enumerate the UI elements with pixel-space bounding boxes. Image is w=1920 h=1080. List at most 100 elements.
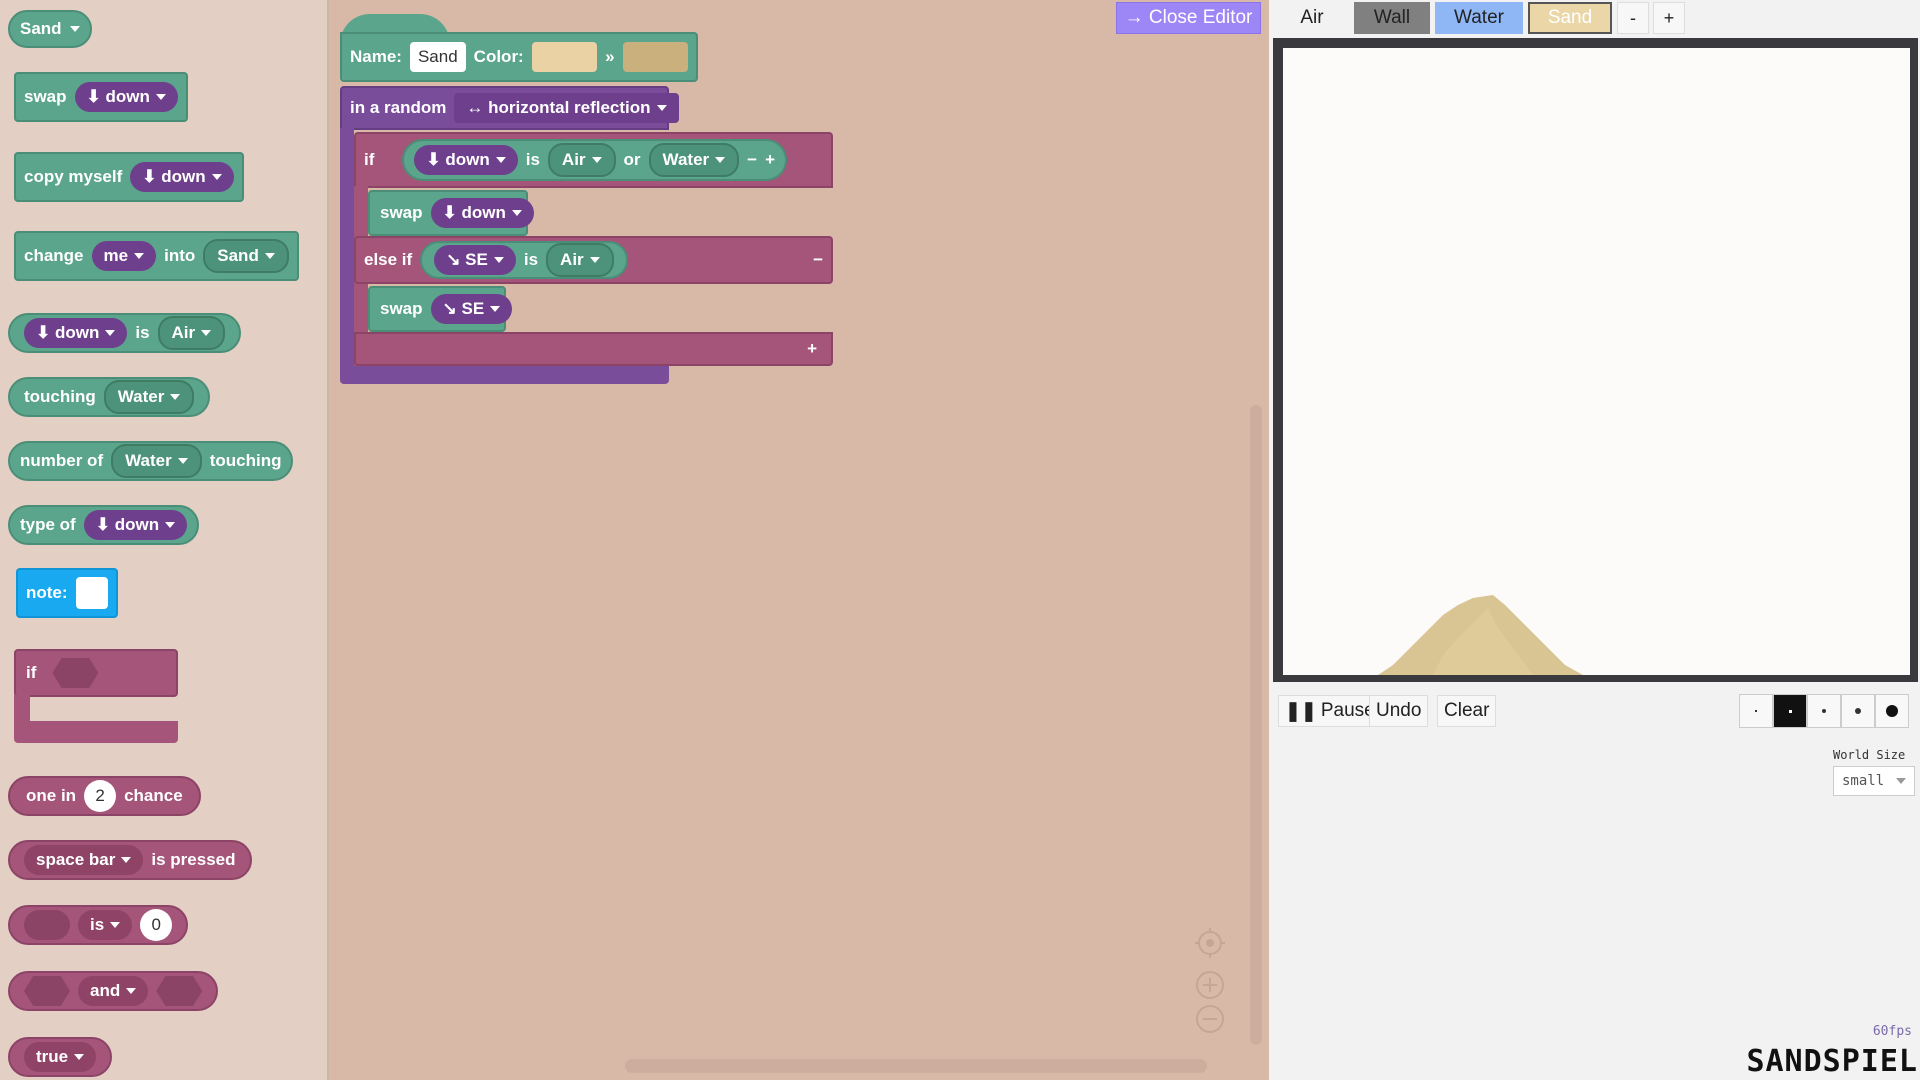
direction-dropdown[interactable]: ⬇ down — [74, 82, 178, 112]
direction-dropdown[interactable]: ⬇ down — [83, 510, 188, 540]
direction-value: ↘ SE — [446, 250, 488, 269]
element-definition-block[interactable]: Name: Sand Color: » — [340, 32, 698, 82]
or-condition[interactable]: ⬇ down is Air or Water − + — [402, 139, 788, 181]
note-label: note: — [26, 583, 68, 602]
target-b-dropdown[interactable]: Water — [648, 143, 740, 177]
color-swatch-primary[interactable] — [531, 42, 598, 72]
if-block[interactable]: if — [14, 649, 178, 743]
target-dropdown[interactable]: Air — [546, 243, 614, 277]
code-workspace[interactable]: Name: Sand Color: » in a random ↔ horizo… — [329, 0, 1269, 1080]
remove-option-button[interactable]: − — [747, 150, 757, 170]
brush-size-4[interactable] — [1841, 694, 1875, 728]
direction-dropdown[interactable]: ⬇ down — [130, 162, 234, 192]
brush-size-3[interactable] — [1807, 694, 1841, 728]
boolean-dropdown[interactable]: true — [24, 1042, 97, 1072]
world-size-label: World Size — [1833, 748, 1906, 762]
condition-slot-left[interactable] — [24, 976, 70, 1006]
chance-block[interactable]: one in 2 chance — [8, 776, 201, 816]
chevron-down-icon — [211, 174, 222, 180]
horizontal-scrollbar[interactable] — [625, 1059, 1207, 1073]
clear-button[interactable]: Clear — [1437, 695, 1497, 727]
add-else-button[interactable]: + — [807, 339, 817, 359]
logic-dropdown[interactable]: and — [78, 976, 149, 1006]
pause-button[interactable]: ❚❚ Pause — [1278, 695, 1382, 727]
direction-dropdown[interactable]: ↘ SE — [430, 294, 513, 324]
direction-dropdown[interactable]: ↘ SE — [434, 245, 516, 275]
recenter-icon[interactable] — [1195, 928, 1225, 958]
condition-slot[interactable] — [52, 658, 99, 688]
operator-value: is — [90, 915, 105, 934]
random-symmetry-block[interactable]: in a random ↔ horizontal reflection — [340, 86, 679, 130]
type-of-label: type of — [20, 515, 76, 534]
element-button-air[interactable]: Air — [1275, 2, 1349, 34]
shrink-element-button[interactable]: - — [1617, 2, 1649, 34]
element-button-wall[interactable]: Wall — [1354, 2, 1430, 34]
condition-slot-right[interactable] — [156, 976, 203, 1006]
direction-value: ⬇ down — [86, 87, 150, 106]
key-pressed-block[interactable]: space bar is pressed — [8, 840, 252, 880]
target-dropdown[interactable]: Water — [103, 380, 195, 414]
remove-else-button[interactable]: − — [813, 250, 823, 270]
element-button-water[interactable]: Water — [1435, 2, 1523, 34]
brush-size-5[interactable] — [1875, 694, 1909, 728]
random-label: in a random — [350, 98, 447, 117]
close-editor-button[interactable]: → Close Editor — [1116, 2, 1261, 34]
grow-element-button[interactable]: + — [1653, 2, 1685, 34]
key-dropdown[interactable]: space bar — [24, 845, 144, 875]
is-condition[interactable]: ↘ SE is Air — [420, 241, 628, 279]
copy-myself-block[interactable]: copy myself ⬇ down — [14, 152, 244, 202]
if-header: if — [14, 649, 178, 697]
touching-block[interactable]: touching Water — [8, 377, 211, 417]
zoom-in-icon[interactable] — [1195, 970, 1225, 1000]
compare-value-input[interactable]: 0 — [140, 909, 173, 941]
who-dropdown[interactable]: me — [91, 241, 157, 271]
compare-block[interactable]: is 0 — [8, 905, 189, 945]
element-button-sand[interactable]: Sand — [1528, 2, 1612, 34]
type-of-block[interactable]: type of ⬇ down — [8, 505, 200, 545]
target-dropdown[interactable]: Water — [111, 444, 202, 478]
change-into-block[interactable]: change me into Sand — [14, 231, 299, 281]
brush-size-1[interactable] — [1739, 694, 1773, 728]
brush-size-2[interactable] — [1773, 694, 1807, 728]
target-dropdown[interactable]: Air — [157, 316, 226, 350]
target-a-value: Air — [561, 150, 586, 169]
note-input[interactable] — [75, 577, 108, 609]
else-if-block[interactable]: else if ↘ SE is Air − — [354, 236, 833, 284]
note-block[interactable]: note: — [16, 568, 118, 618]
number-of-block[interactable]: number of Water touching — [8, 441, 294, 481]
vertical-scrollbar[interactable] — [1250, 405, 1262, 1045]
world-size-select[interactable]: small — [1833, 766, 1915, 796]
direction-dropdown[interactable]: ⬇ down — [24, 318, 128, 348]
element-name-input[interactable]: Sand — [409, 42, 466, 72]
direction-dropdown[interactable]: ⬇ down — [430, 198, 534, 228]
is-label: is — [523, 250, 539, 269]
symmetry-dropdown[interactable]: ↔ horizontal reflection — [454, 93, 679, 123]
swap-block[interactable]: swap ↘ SE — [368, 286, 513, 332]
chevron-down-icon — [511, 210, 522, 216]
sand-canvas[interactable] — [1283, 48, 1910, 675]
element-label: Air — [1300, 7, 1324, 28]
change-label: change — [24, 246, 84, 265]
who-value: me — [103, 246, 129, 265]
target-a-dropdown[interactable]: Air — [547, 143, 616, 177]
value-slot[interactable] — [24, 910, 70, 940]
chevron-down-icon — [591, 157, 602, 163]
undo-button[interactable]: Undo — [1369, 695, 1429, 727]
swap-block[interactable]: swap ⬇ down — [368, 190, 534, 236]
is-condition-block[interactable]: ⬇ down is Air — [8, 313, 242, 353]
zoom-out-icon[interactable] — [1195, 1004, 1225, 1034]
direction-dropdown[interactable]: ⬇ down — [414, 145, 518, 175]
element-picker-block[interactable]: Sand — [8, 10, 92, 48]
chance-value-input[interactable]: 2 — [84, 780, 117, 812]
logic-value: and — [90, 981, 121, 1000]
and-block[interactable]: and — [8, 971, 219, 1011]
target-dropdown[interactable]: Sand — [203, 239, 289, 273]
add-option-button[interactable]: + — [765, 150, 775, 170]
true-block[interactable]: true — [8, 1037, 113, 1077]
operator-dropdown[interactable]: is — [78, 910, 133, 940]
color-swatch-secondary[interactable] — [622, 42, 688, 72]
if-block[interactable]: if ⬇ down is Air or Water − + — [354, 132, 833, 188]
swap-block[interactable]: swap ⬇ down — [14, 72, 188, 122]
direction-value: ⬇ down — [426, 150, 490, 169]
if-footer: + — [354, 332, 833, 366]
